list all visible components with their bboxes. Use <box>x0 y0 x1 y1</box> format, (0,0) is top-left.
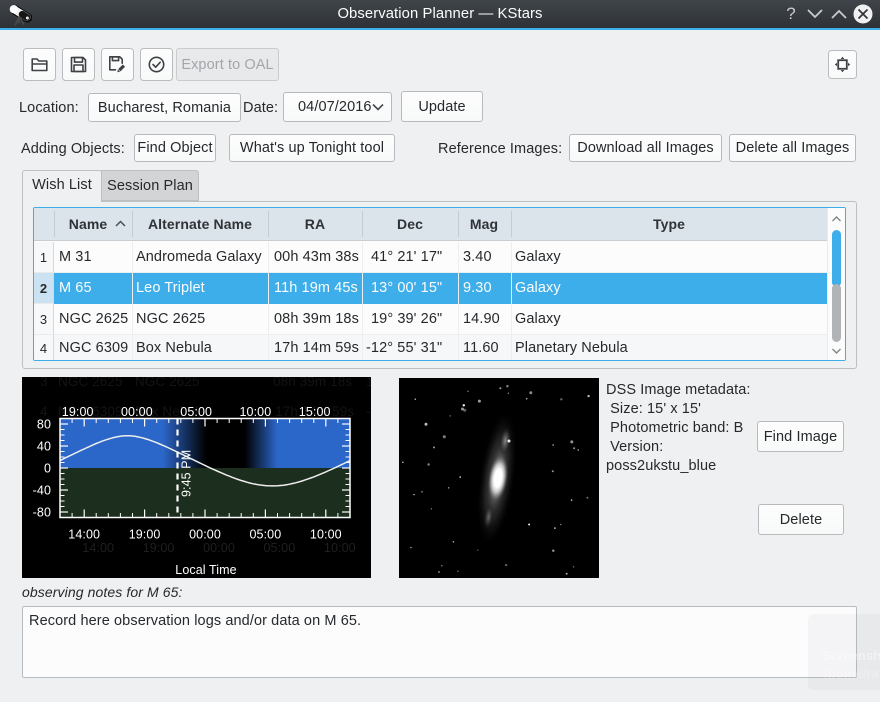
svg-text:19:00: 19:00 <box>129 528 161 542</box>
svg-text:00:00: 00:00 <box>189 528 221 542</box>
svg-text:-80: -80 <box>33 506 51 520</box>
svg-text:Local Time: Local Time <box>175 563 236 577</box>
svg-text:3: 3 <box>40 377 48 389</box>
svg-text:10:00: 10:00 <box>310 528 342 542</box>
svg-text:10:00: 10:00 <box>240 405 272 419</box>
svg-text:19°: 19° <box>366 377 371 389</box>
svg-text:10:00: 10:00 <box>324 541 356 555</box>
svg-text:NGC 2625: NGC 2625 <box>58 377 123 389</box>
svg-text:05:00: 05:00 <box>180 405 212 419</box>
svg-text:80: 80 <box>37 418 51 432</box>
svg-text:19:00: 19:00 <box>143 541 175 555</box>
svg-text:0: 0 <box>44 462 51 476</box>
svg-text:-40: -40 <box>33 484 51 498</box>
svg-text:9:45 PM: 9:45 PM <box>180 450 194 497</box>
svg-text:14:00: 14:00 <box>68 528 100 542</box>
svg-text:08h 39m 18s: 08h 39m 18s <box>273 377 352 389</box>
svg-text:-12: -12 <box>366 404 371 419</box>
svg-text:00:00: 00:00 <box>121 405 153 419</box>
svg-text:05:00: 05:00 <box>250 528 282 542</box>
svg-text:15:00: 15:00 <box>299 405 331 419</box>
svg-text:14:00: 14:00 <box>82 541 114 555</box>
svg-text:00:00: 00:00 <box>203 541 235 555</box>
svg-text:05:00: 05:00 <box>264 541 296 555</box>
svg-text:19:00: 19:00 <box>62 405 94 419</box>
svg-text:NGC 2625: NGC 2625 <box>135 377 200 389</box>
svg-text:40: 40 <box>37 440 51 454</box>
